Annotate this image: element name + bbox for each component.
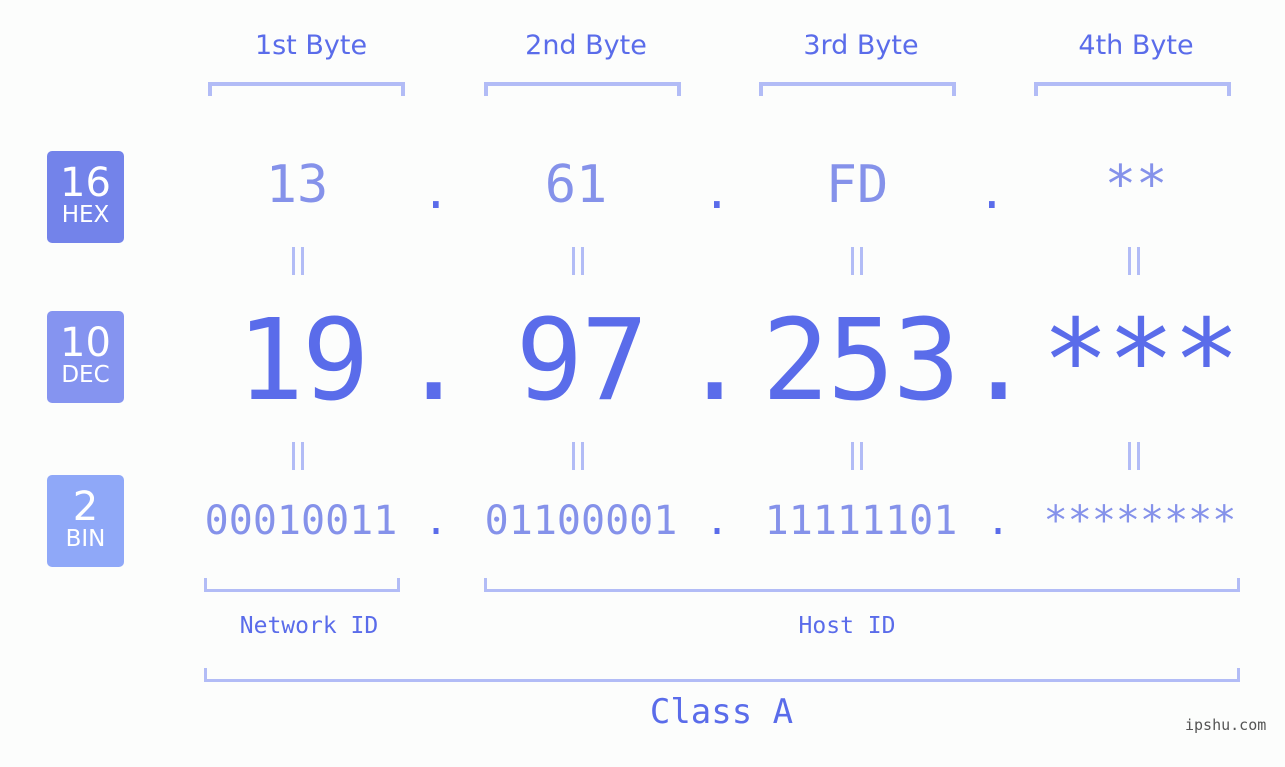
bin-badge: 2 BIN: [47, 475, 124, 567]
equals-icon: [290, 442, 310, 470]
bin-separator: .: [986, 498, 1011, 544]
dec-badge-label: DEC: [61, 362, 110, 388]
byte-bracket-4: [1034, 82, 1231, 96]
equals-icon: [1126, 442, 1146, 470]
dec-badge-number: 10: [60, 320, 111, 366]
host-id-bracket: [484, 578, 1240, 592]
hex-byte-2: 61: [544, 155, 608, 215]
dec-byte-2: 97: [515, 296, 649, 426]
equals-icon: [849, 442, 869, 470]
hex-byte-1: 13: [265, 155, 329, 215]
byte-bracket-1: [208, 82, 405, 96]
dec-byte-1: 19: [236, 296, 370, 426]
class-label: Class A: [649, 692, 794, 732]
byte-bracket-3: [759, 82, 956, 96]
hex-badge: 16 HEX: [47, 151, 124, 243]
bin-byte-3: 11111101: [764, 498, 958, 544]
dec-separator: .: [965, 296, 1033, 426]
bin-byte-2: 01100001: [484, 498, 678, 544]
hex-byte-4: **: [1104, 155, 1168, 215]
class-bracket: [204, 668, 1240, 682]
byte-label-3: 3rd Byte: [803, 30, 919, 61]
dec-separator: .: [400, 296, 468, 426]
dec-separator: .: [681, 296, 749, 426]
host-id-label: Host ID: [798, 613, 896, 639]
hex-badge-number: 16: [60, 160, 111, 206]
watermark: ipshu.com: [1185, 716, 1267, 734]
byte-label-1: 1st Byte: [254, 30, 368, 61]
bin-separator: .: [705, 498, 730, 544]
equals-icon: [290, 247, 310, 275]
byte-bracket-2: [484, 82, 681, 96]
dec-byte-3: 253: [761, 296, 960, 426]
bin-separator: .: [424, 498, 449, 544]
network-id-bracket: [204, 578, 400, 592]
hex-separator: .: [422, 165, 450, 219]
network-id-label: Network ID: [239, 613, 379, 639]
byte-label-2: 2nd Byte: [525, 30, 647, 61]
bin-badge-label: BIN: [65, 526, 106, 552]
equals-icon: [570, 247, 590, 275]
bin-badge-number: 2: [72, 484, 99, 530]
hex-separator: .: [978, 165, 1006, 219]
equals-icon: [570, 442, 590, 470]
equals-icon: [849, 247, 869, 275]
hex-byte-3: FD: [825, 155, 889, 215]
equals-icon: [1126, 247, 1146, 275]
bin-byte-4: ********: [1043, 498, 1237, 544]
dec-byte-4: ***: [1041, 296, 1240, 426]
bin-byte-1: 00010011: [204, 498, 398, 544]
hex-badge-label: HEX: [61, 202, 110, 228]
byte-label-4: 4th Byte: [1078, 30, 1194, 61]
hex-separator: .: [703, 165, 731, 219]
dec-badge: 10 DEC: [47, 311, 124, 403]
